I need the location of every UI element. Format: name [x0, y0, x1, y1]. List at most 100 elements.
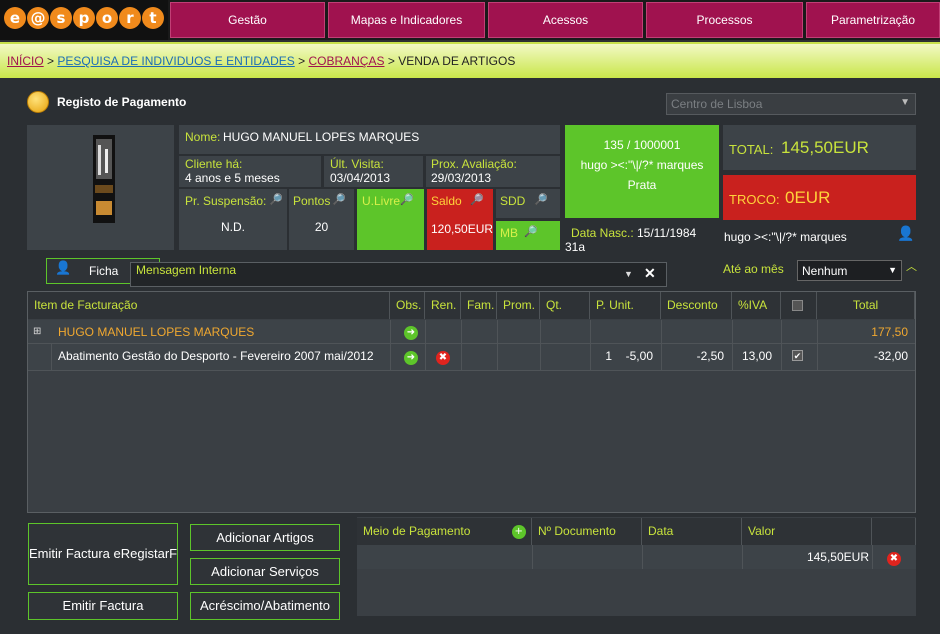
logo-letter: s [50, 7, 72, 29]
search-icon[interactable]: 🔎 [524, 225, 538, 238]
total-value: 145,50EUR [781, 138, 869, 157]
breadcrumb: INÍCIO > PESQUISA DE INDIVIDUOS E ENTIDA… [7, 54, 515, 68]
col-item[interactable]: Item de Facturação [28, 292, 390, 319]
col-desconto[interactable]: Desconto [661, 292, 732, 319]
emitir-factura-button[interactable]: Emitir Factura [28, 592, 178, 620]
col-p-unit[interactable]: P. Unit. [590, 292, 661, 319]
cliente-panel: Cliente há: 4 anos e 5 meses [179, 156, 321, 187]
logo[interactable]: e @ s p o r t [0, 0, 168, 40]
col-divider [817, 320, 818, 371]
group-total: 177,50 [871, 325, 908, 339]
col-divider [461, 320, 462, 371]
obs-arrow-icon[interactable]: ➜ [404, 324, 418, 340]
member-photo[interactable] [93, 135, 115, 223]
expand-icon[interactable]: ⊞ [33, 320, 41, 344]
ate-ao-mes-label: Até ao mês [723, 262, 784, 276]
obs-arrow-icon[interactable]: ➜ [404, 349, 418, 365]
col-qt[interactable]: Qt. [540, 292, 590, 319]
pontos-panel: Pontos 🔎 20 [289, 189, 354, 250]
search-icon[interactable]: 🔎 [470, 193, 484, 206]
tab-parametrizacao[interactable]: Parametrização [806, 2, 940, 38]
page-title: Registo de Pagamento [57, 95, 187, 109]
payment-row[interactable]: 145,50EUR ✖ [357, 545, 916, 569]
search-icon[interactable]: 🔎 [534, 193, 548, 206]
adicionar-servicos-button[interactable]: Adicionar Serviços [190, 558, 340, 585]
remove-icon[interactable]: ✖ [436, 349, 450, 365]
coin-icon [27, 91, 49, 113]
col-valor[interactable]: Valor [742, 518, 872, 545]
member-name: HUGO MANUEL LOPES MARQUES [223, 130, 420, 144]
select-all-checkbox[interactable] [792, 300, 803, 312]
breadcrumb-current: VENDA DE ARTIGOS [398, 54, 516, 68]
col-total[interactable]: Total [817, 292, 915, 319]
col-divider [532, 545, 533, 569]
col-fam[interactable]: Fam. [461, 292, 497, 319]
breadcrumb-cobrancas[interactable]: COBRANÇAS [308, 54, 384, 68]
breadcrumb-inicio[interactable]: INÍCIO [7, 54, 44, 68]
acrescimo-abatimento-button[interactable]: Acréscimo/Abatimento [190, 592, 340, 620]
chevron-down-icon[interactable]: ▼ [624, 269, 633, 279]
name-label: Nome: [185, 130, 221, 144]
suspensao-panel: Pr. Suspensão: 🔎 N.D. [179, 189, 287, 250]
logo-letter: p [73, 7, 95, 29]
item-p-unit: -5,00 [625, 349, 653, 363]
data-nasc-label: Data Nasc.: [571, 226, 634, 240]
user-icon[interactable]: 👤 [897, 226, 914, 242]
pontos-label: Pontos [293, 194, 331, 208]
centro-select[interactable]: Centro de Lisboa ▼ [666, 93, 916, 115]
contact-name: hugo ><:"\|/?* marques [724, 230, 847, 244]
col-divider [390, 320, 391, 371]
ulivre-label: U.Livre [362, 194, 401, 208]
member-card[interactable]: 135 / 1000001 hugo ><:"\|/?* marques Pra… [565, 125, 719, 218]
mensagem-interna-label: Mensagem Interna [136, 263, 237, 277]
card-level: Prata [627, 178, 657, 192]
col-obs[interactable]: Obs. [390, 292, 425, 319]
cliente-value: 4 anos e 5 meses [185, 171, 280, 185]
breadcrumb-pesquisa[interactable]: PESQUISA DE INDIVIDUOS E ENTIDADES [57, 54, 294, 68]
remove-icon[interactable]: ✖ [887, 550, 901, 566]
prox-avaliacao-label: Prox. Avaliação: [431, 157, 517, 171]
col-prom[interactable]: Prom. [497, 292, 540, 319]
mensagem-interna-bar[interactable]: Mensagem Interna ▼ ✕ [130, 262, 667, 287]
ate-ao-mes-select[interactable]: Nenhum ▼ [797, 260, 902, 281]
item-checkbox[interactable]: ✔ [792, 350, 803, 361]
search-icon[interactable]: 🔎 [332, 193, 346, 206]
logo-letter: o [96, 7, 118, 29]
prox-avaliacao-value: 29/03/2013 [431, 171, 492, 185]
payment-valor: 145,50EUR [806, 550, 869, 564]
breadcrumb-sep: > [47, 54, 55, 68]
sdd-label: SDD [500, 194, 526, 208]
col-divider [425, 320, 426, 371]
chevron-up-icon[interactable]: ︿ [906, 258, 917, 274]
ult-visita-value: 03/04/2013 [330, 171, 391, 185]
total-label: TOTAL: [729, 142, 774, 157]
search-icon[interactable]: 🔎 [400, 193, 414, 206]
col-divider [590, 320, 591, 371]
logo-letter: @ [27, 7, 49, 29]
mb-label: MB [500, 226, 518, 240]
tab-acessos[interactable]: Acessos [488, 2, 643, 38]
col-select-all[interactable] [781, 292, 817, 319]
search-icon[interactable]: 🔎 [269, 193, 283, 206]
col-n-documento[interactable]: Nº Documento [532, 518, 642, 545]
col-divider [497, 320, 498, 371]
add-icon[interactable]: + [511, 524, 526, 539]
name-panel: Nome: HUGO MANUEL LOPES MARQUES [179, 125, 560, 154]
col-meio-pagamento[interactable]: Meio de Pagamento + [357, 518, 532, 545]
col-ren[interactable]: Ren. [425, 292, 461, 319]
col-iva[interactable]: %IVA [732, 292, 781, 319]
emitir-registar-button[interactable]: Emitir Factura eRegistarF [28, 523, 178, 585]
tab-processos[interactable]: Processos [646, 2, 803, 38]
mb-panel: MB 🔎 [496, 221, 560, 250]
ficha-label: Ficha [89, 264, 119, 278]
close-icon[interactable]: ✕ [644, 265, 656, 282]
tab-mapas-indicadores[interactable]: Mapas e Indicadores [328, 2, 485, 38]
centro-select-value: Centro de Lisboa [671, 97, 763, 111]
col-data[interactable]: Data [642, 518, 742, 545]
saldo-value: 120,50EUR [431, 222, 494, 236]
adicionar-artigos-button[interactable]: Adicionar Artigos [190, 524, 340, 551]
logo-letter: e [4, 7, 26, 29]
tab-gestao[interactable]: Gestão [170, 2, 325, 38]
col-divider [661, 320, 662, 371]
card-number: 135 / 1000001 [603, 138, 681, 152]
